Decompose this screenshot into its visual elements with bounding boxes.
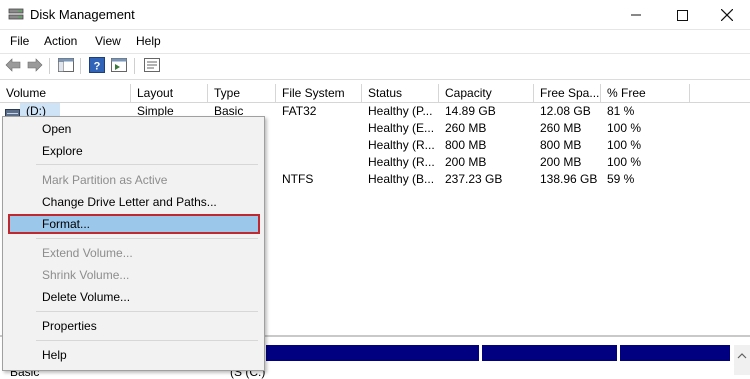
back-button[interactable] bbox=[4, 57, 22, 75]
cell-free-space: 138.96 GB bbox=[540, 172, 598, 186]
menu-item-help[interactable]: Help bbox=[42, 348, 67, 362]
menu-item-shrink-volume[interactable]: Shrink Volume... bbox=[42, 268, 129, 282]
forward-arrow-icon bbox=[27, 57, 43, 75]
menu-item-format[interactable]: Format... bbox=[42, 217, 90, 231]
disk-partition-bar[interactable] bbox=[620, 345, 730, 361]
cell-free-space: 12.08 GB bbox=[540, 104, 591, 118]
minimize-icon bbox=[631, 10, 641, 20]
menu-item-delete-volume[interactable]: Delete Volume... bbox=[42, 290, 130, 304]
menu-item-extend-volume[interactable]: Extend Volume... bbox=[42, 246, 133, 260]
forward-button[interactable] bbox=[26, 57, 44, 75]
column-file-system[interactable]: File System bbox=[276, 84, 362, 102]
menu-item-mark-active[interactable]: Mark Partition as Active bbox=[42, 173, 167, 187]
cell-percent-free: 100 % bbox=[607, 155, 642, 169]
menu-action[interactable]: Action bbox=[44, 34, 77, 48]
menu-item-change-drive-letter[interactable]: Change Drive Letter and Paths... bbox=[42, 195, 217, 209]
volume-icon bbox=[5, 107, 20, 118]
cell-percent-free: 100 % bbox=[607, 138, 642, 152]
menu-separator bbox=[36, 238, 258, 239]
console-tree-icon bbox=[58, 57, 74, 75]
cell-capacity: 14.89 GB bbox=[445, 104, 496, 118]
column-percent-free[interactable]: % Free bbox=[601, 84, 690, 102]
maximize-button[interactable] bbox=[659, 0, 705, 30]
cell-free-space: 800 MB bbox=[540, 138, 582, 152]
cell-percent-free: 59 % bbox=[607, 172, 635, 186]
properties-icon bbox=[144, 57, 160, 75]
window-title: Disk Management bbox=[30, 7, 135, 22]
cell-file-system bbox=[276, 154, 362, 171]
menu-item-explore[interactable]: Explore bbox=[42, 144, 83, 158]
cell-capacity: 800 MB bbox=[445, 138, 487, 152]
help-button[interactable]: ? bbox=[88, 56, 106, 76]
back-arrow-icon bbox=[5, 57, 21, 75]
cell-free-space: 260 MB bbox=[540, 121, 582, 135]
toolbar-separator bbox=[80, 58, 81, 74]
column-capacity[interactable]: Capacity bbox=[439, 84, 534, 102]
maximize-icon bbox=[676, 9, 688, 21]
menu-separator bbox=[36, 311, 258, 312]
cell-file-system bbox=[276, 137, 362, 154]
menu-item-properties[interactable]: Properties bbox=[42, 319, 97, 333]
close-icon bbox=[721, 9, 733, 21]
menu-separator bbox=[36, 340, 258, 341]
menu-item-open[interactable]: Open bbox=[42, 122, 71, 136]
cell-capacity: 260 MB bbox=[445, 121, 487, 135]
cell-file-system: FAT32 bbox=[282, 104, 317, 118]
menu-separator bbox=[36, 164, 258, 165]
toolbar-separator bbox=[49, 58, 50, 74]
disk-partition-bar[interactable] bbox=[482, 345, 617, 361]
menu-file[interactable]: File bbox=[10, 34, 29, 48]
close-button[interactable] bbox=[704, 0, 750, 30]
cell-status: Healthy (B... bbox=[368, 172, 435, 186]
help-icon: ? bbox=[89, 56, 105, 76]
app-disk-icon bbox=[8, 7, 24, 21]
vertical-scrollbar[interactable] bbox=[734, 345, 750, 375]
cell-capacity: 237.23 GB bbox=[445, 172, 503, 186]
disk-partition-bar[interactable] bbox=[266, 345, 479, 361]
cell-file-system bbox=[276, 120, 362, 137]
cell-percent-free: 100 % bbox=[607, 121, 642, 135]
cell-free-space: 200 MB bbox=[540, 155, 582, 169]
column-layout[interactable]: Layout bbox=[131, 84, 208, 102]
column-volume[interactable]: Volume bbox=[0, 84, 131, 102]
column-type[interactable]: Type bbox=[208, 84, 276, 102]
cell-status: Healthy (P... bbox=[368, 104, 433, 118]
column-status[interactable]: Status bbox=[362, 84, 439, 102]
show-hide-button[interactable] bbox=[110, 57, 128, 75]
svg-text:?: ? bbox=[94, 60, 101, 72]
column-free-space[interactable]: Free Spa... bbox=[534, 84, 601, 102]
cell-capacity: 200 MB bbox=[445, 155, 487, 169]
cell-file-system: NTFS bbox=[282, 172, 314, 186]
show-hide-icon bbox=[111, 57, 127, 75]
cell-status: Healthy (R... bbox=[368, 155, 435, 169]
menu-view[interactable]: View bbox=[95, 34, 121, 48]
minimize-button[interactable] bbox=[613, 0, 659, 30]
menu-help[interactable]: Help bbox=[136, 34, 161, 48]
cell-status: Healthy (R... bbox=[368, 138, 435, 152]
cell-percent-free: 81 % bbox=[607, 104, 635, 118]
toolbar-separator bbox=[134, 58, 135, 74]
cell-status: Healthy (E... bbox=[368, 121, 435, 135]
properties-button[interactable] bbox=[143, 57, 161, 75]
console-tree-button[interactable] bbox=[57, 57, 75, 75]
